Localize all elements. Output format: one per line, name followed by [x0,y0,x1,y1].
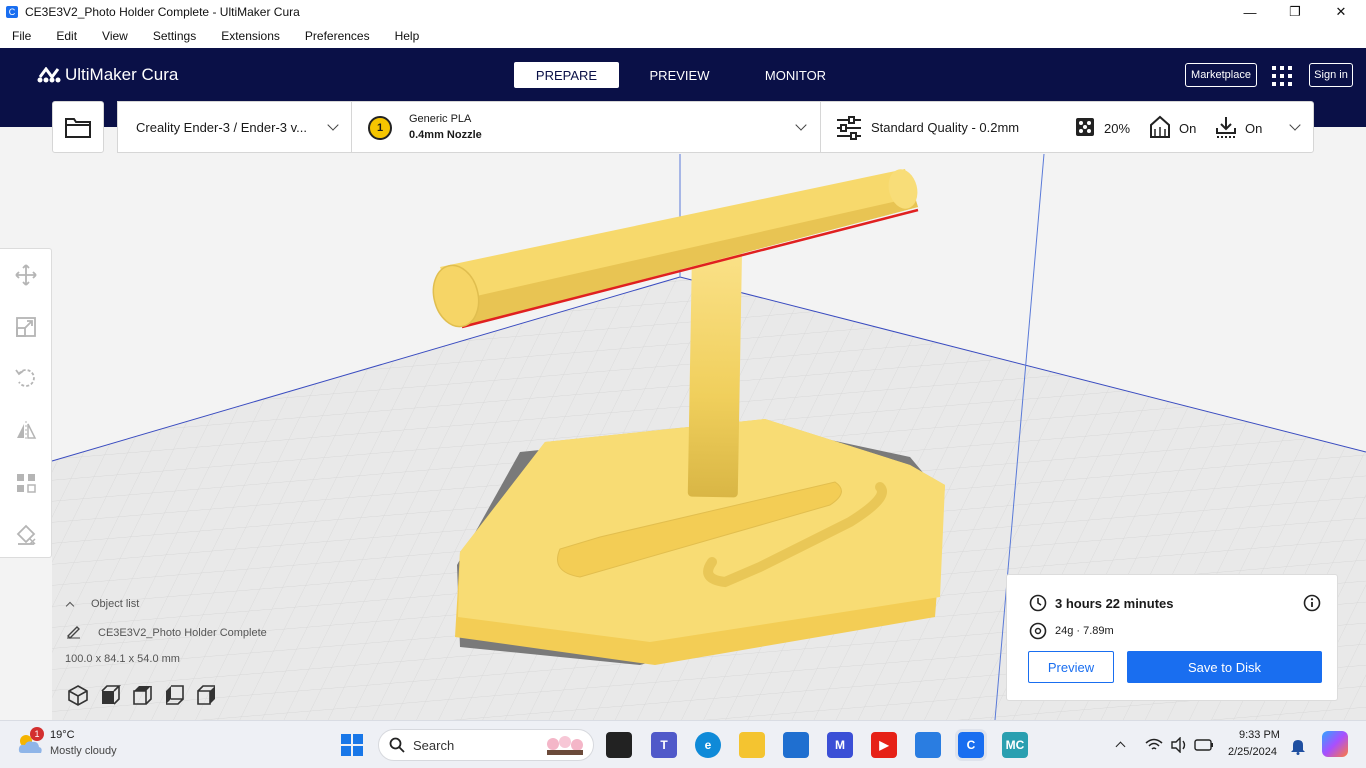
object-list-heading[interactable]: Object list [91,598,139,610]
3d-view-icon[interactable] [67,684,89,706]
teams-icon[interactable]: T [651,732,677,758]
menu-settings[interactable]: Settings [153,29,196,43]
nozzle-size: 0.4mm Nozzle [409,129,482,141]
printer-name: Creality Ender-3 / Ender-3 v... [136,119,307,135]
chevron-down-icon [795,119,807,131]
cura-app-icon: C [6,6,18,18]
sign-in-button[interactable]: Sign in [1309,63,1353,87]
infill-value: 20% [1104,121,1131,136]
print-settings-selector[interactable]: Standard Quality - 0.2mm 20% On On [820,101,1314,153]
menu-preferences[interactable]: Preferences [305,29,370,43]
per-model-settings-icon[interactable] [12,469,40,497]
chevron-down-icon [327,119,339,131]
search-icon [389,737,405,753]
preview-button[interactable]: Preview [1028,651,1114,683]
pencil-icon [67,626,80,639]
print-time: 3 hours 22 minutes [1055,596,1174,611]
front-view-icon[interactable] [99,684,121,706]
taskbar-search[interactable]: Search [378,729,594,761]
support-icon [1150,115,1170,138]
adhesion-icon [1216,117,1236,138]
copilot-icon[interactable] [1322,731,1348,757]
brand-name: UltiMaker Cura [65,65,179,84]
sliders-icon [837,116,861,140]
info-icon[interactable] [1303,594,1321,612]
left-view-icon[interactable] [163,684,185,706]
battery-icon[interactable] [1194,737,1214,753]
apps-grid-icon[interactable] [1272,66,1292,86]
object-name[interactable]: CE3E3V2_Photo Holder Complete [98,627,267,639]
tray-overflow-icon[interactable] [1115,741,1126,752]
extruder-icon: 1 [368,116,392,140]
youtube-icon[interactable]: ▶ [871,732,897,758]
search-highlight-icon [547,736,583,755]
chevron-down-icon [1289,119,1301,131]
cura-taskbar-icon[interactable]: C [955,729,987,761]
windows-taskbar: 1 19°C Mostly cloudy Search T e M ▶ C MC… [0,720,1366,768]
window-title: CE3E3V2_Photo Holder Complete - UltiMake… [25,5,300,19]
menu-edit[interactable]: Edit [56,29,77,43]
support-blocker-icon[interactable] [12,521,40,549]
menu-extensions[interactable]: Extensions [221,29,280,43]
clock-time[interactable]: 9:33 PM [1239,729,1280,741]
scale-tool-icon[interactable] [12,313,40,341]
menu-file[interactable]: File [12,29,31,43]
notification-bell-icon[interactable] [1290,737,1306,755]
edge-icon[interactable]: e [695,732,721,758]
material-selector[interactable]: 1 Generic PLA 0.4mm Nozzle [351,101,821,153]
menu-help[interactable]: Help [395,29,420,43]
infill-icon [1076,118,1094,136]
menu-bar: File Edit View Settings Extensions Prefe… [0,24,1366,48]
open-file-button[interactable] [52,101,104,153]
weather-desc: Mostly cloudy [50,745,117,757]
weather-temp: 19°C [50,729,75,741]
tab-prepare[interactable]: PREPARE [514,62,619,88]
object-dimensions: 100.0 x 84.1 x 54.0 mm [65,653,180,665]
file-explorer-icon[interactable] [739,732,765,758]
app-icon-cube[interactable] [915,732,941,758]
support-value: On [1179,121,1197,136]
weather-badge: 1 [30,727,44,741]
menu-view[interactable]: View [102,29,128,43]
quality-profile: Standard Quality - 0.2mm [871,120,1020,135]
restore-button[interactable]: ❐ [1272,0,1318,24]
right-view-icon[interactable] [195,684,217,706]
mc-app-icon[interactable]: MC [1002,732,1028,758]
ultimaker-logo: UltiMaker Cura [37,65,178,85]
microsoft-store-icon[interactable] [783,732,809,758]
app-icon-m[interactable]: M [827,732,853,758]
search-placeholder: Search [413,737,455,753]
save-to-disk-button[interactable]: Save to Disk [1127,651,1322,683]
tab-monitor[interactable]: MONITOR [748,62,843,88]
ultimaker-logo-icon [37,67,61,83]
material-name: Generic PLA [409,113,472,125]
mirror-tool-icon[interactable] [12,417,40,445]
folder-icon [65,118,91,138]
volume-icon[interactable] [1170,737,1188,753]
move-tool-icon[interactable] [12,261,40,289]
clock-icon [1029,594,1047,612]
wifi-icon[interactable] [1145,737,1163,753]
printer-selector[interactable]: Creality Ender-3 / Ender-3 v... [117,101,352,153]
task-view-icon[interactable] [606,732,632,758]
print-summary-panel: 3 hours 22 minutes 24g · 7.89m Preview S… [1006,574,1338,701]
tool-panel [0,248,52,558]
windows-start-icon[interactable] [340,733,364,757]
close-button[interactable]: ✕ [1318,0,1364,24]
adhesion-value: On [1245,121,1263,136]
spool-icon [1029,622,1047,640]
material-usage: 24g · 7.89m [1055,625,1114,637]
clock-date[interactable]: 2/25/2024 [1228,746,1277,758]
minimize-button[interactable]: — [1227,0,1273,24]
tab-preview[interactable]: PREVIEW [632,62,727,88]
window-titlebar: C CE3E3V2_Photo Holder Complete - UltiMa… [0,0,1366,24]
top-view-icon[interactable] [131,684,153,706]
rotate-tool-icon[interactable] [12,364,40,392]
marketplace-button[interactable]: Marketplace [1185,63,1257,87]
